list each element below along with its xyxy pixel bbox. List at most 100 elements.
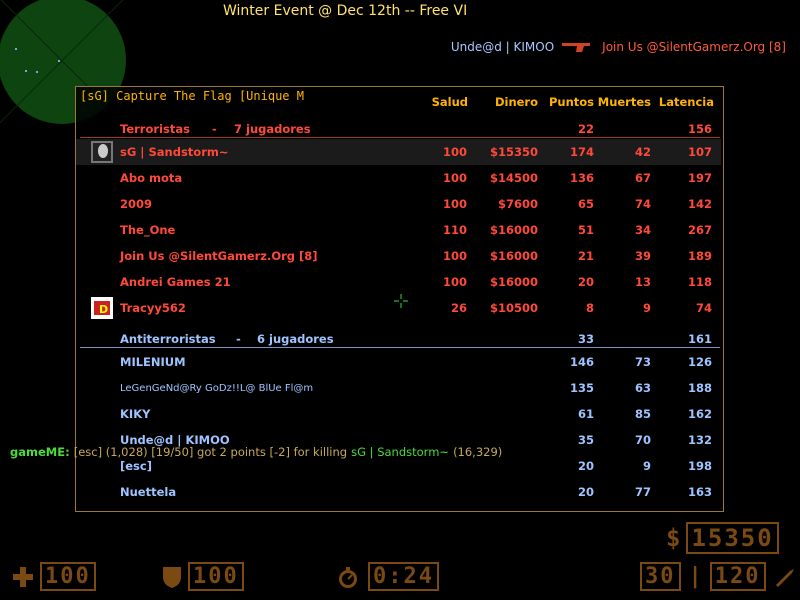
team-latency: 156 — [687, 122, 712, 136]
stopwatch-icon — [339, 566, 357, 588]
player-deaths: 85 — [634, 407, 651, 421]
hud-money: $ 15350 — [666, 522, 779, 554]
armor-shield-icon — [163, 566, 181, 588]
player-health: 100 — [442, 197, 467, 211]
ammo-clip: 30 — [640, 562, 681, 591]
player-row: KIKY 61 85 162 — [76, 401, 721, 427]
player-name: Abo mota — [120, 171, 183, 185]
ammo-reserve: 120 — [709, 562, 766, 591]
team-count: 6 jugadores — [257, 332, 334, 346]
col-deaths: Muertes — [597, 95, 651, 109]
player-name: MILENIUM — [120, 355, 186, 369]
crosshair-icon — [394, 294, 408, 308]
player-score: 174 — [569, 145, 594, 159]
player-name: [esc] — [120, 459, 152, 473]
player-health: 110 — [442, 223, 467, 237]
player-score: 35 — [577, 433, 594, 447]
player-avatar — [91, 141, 113, 163]
player-health: 100 — [442, 275, 467, 289]
hud-ammo: 30 | 120 — [640, 562, 796, 591]
killfeed-victim: Join Us @SilentGamerz.Org [8] — [602, 40, 786, 54]
player-row: 2009 100 $7600 65 74 142 — [76, 191, 721, 217]
killfeed: Unde@d | KIMOO Join Us @SilentGamerz.Org… — [451, 38, 786, 56]
player-latency: 198 — [687, 459, 712, 473]
player-deaths: 74 — [634, 197, 651, 211]
player-name: The_One — [120, 223, 176, 237]
player-row: MILENIUM 146 73 126 — [76, 349, 721, 375]
player-row: Join Us @SilentGamerz.Org [8] 100 $16000 21… — [76, 243, 721, 269]
player-row: The_One 110 $16000 51 34 267 — [76, 217, 721, 243]
player-score: 51 — [577, 223, 594, 237]
player-score: 8 — [585, 301, 594, 315]
player-name: Join Us @SilentGamerz.Org [8] — [120, 249, 318, 263]
player-latency: 118 — [687, 275, 712, 289]
player-row: sG | Sandstorm~ 100 $15350 174 42 107 — [76, 139, 721, 165]
player-score: 21 — [577, 249, 594, 263]
killfeed-killer: Unde@d | KIMOO — [450, 40, 555, 54]
player-row: Abo mota 100 $14500 136 67 197 — [76, 165, 721, 191]
player-latency: 74 — [695, 301, 712, 315]
ammo-separator: | — [688, 564, 702, 589]
player-money: $16000 — [489, 223, 538, 237]
player-name: Nuettela — [120, 485, 177, 499]
player-money: $10500 — [489, 301, 538, 315]
team-score: 33 — [577, 332, 594, 346]
server-name: [sG] Capture The Flag [Unique M — [80, 89, 304, 103]
player-name: 2009 — [120, 197, 153, 211]
event-title: Winter Event @ Dec 12th -- Free VI — [223, 3, 468, 19]
player-deaths: 39 — [634, 249, 651, 263]
player-name: KIKY — [120, 407, 151, 421]
player-health: 100 — [442, 171, 467, 185]
money-value: 15350 — [686, 522, 779, 554]
player-deaths: 34 — [634, 223, 651, 237]
player-score: 20 — [577, 275, 594, 289]
player-latency: 267 — [687, 223, 712, 237]
health-value: 100 — [40, 562, 96, 591]
hud-health: 100 — [12, 562, 96, 591]
player-score: 61 — [577, 407, 594, 421]
timer-value: 0:24 — [368, 562, 439, 591]
player-row: Nuettela 20 77 163 — [76, 479, 721, 505]
armor-value: 100 — [188, 562, 244, 591]
chat-tail: (16,329) — [453, 445, 503, 459]
player-score: 146 — [569, 355, 594, 369]
player-deaths: 9 — [642, 301, 651, 315]
player-deaths: 42 — [634, 145, 651, 159]
player-name: sG | Sandstorm~ — [120, 145, 229, 159]
player-latency: 189 — [687, 249, 712, 263]
player-deaths: 70 — [634, 433, 651, 447]
player-score: 20 — [577, 485, 594, 499]
chat-message: [esc] (1,028) [19/50] got 2 points [-2] … — [73, 445, 348, 459]
player-row: Andrei Games 21 100 $16000 20 13 118 — [76, 269, 721, 295]
player-latency: 188 — [687, 381, 712, 395]
team-sep: - — [212, 122, 217, 136]
player-money: $14500 — [489, 171, 538, 185]
team-score: 22 — [577, 122, 594, 136]
chat-line: gameME: [esc] (1,028) [19/50] got 2 poin… — [10, 445, 502, 459]
player-score: 65 — [577, 197, 594, 211]
team-label: Antiterroristas — [120, 332, 216, 346]
player-latency: 107 — [687, 145, 712, 159]
player-deaths: 9 — [642, 459, 651, 473]
player-name: Tracyy562 — [120, 301, 186, 315]
player-deaths: 13 — [634, 275, 651, 289]
chat-source: gameME: — [10, 445, 70, 459]
col-latency: Latencia — [658, 95, 714, 109]
player-deaths: 77 — [634, 485, 651, 499]
player-money: $16000 — [489, 249, 538, 263]
player-name: Andrei Games 21 — [120, 275, 231, 289]
health-cross-icon — [13, 566, 33, 587]
player-score: 136 — [569, 171, 594, 185]
team-latency: 161 — [687, 332, 712, 346]
player-latency: 162 — [687, 407, 712, 421]
player-health: 100 — [442, 145, 467, 159]
col-money: Dinero — [494, 95, 538, 109]
player-money: $15350 — [489, 145, 538, 159]
team-sep: - — [236, 332, 241, 346]
player-avatar: D — [91, 297, 113, 319]
player-deaths: 67 — [634, 171, 651, 185]
player-latency: 142 — [687, 197, 712, 211]
player-latency: 126 — [687, 355, 712, 369]
player-latency: 163 — [687, 485, 712, 499]
team-label: Terroristas — [120, 122, 190, 136]
